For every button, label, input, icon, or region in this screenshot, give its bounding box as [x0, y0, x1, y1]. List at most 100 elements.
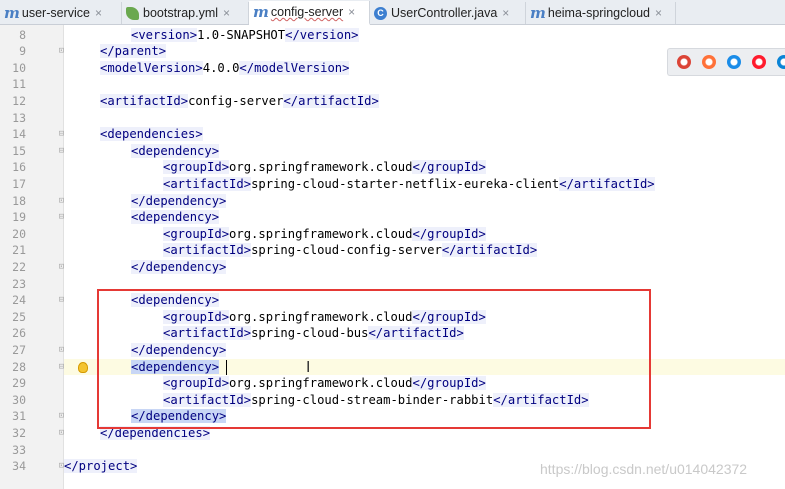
- tab-usercontroller-java[interactable]: C UserController.java ×: [370, 2, 526, 24]
- xml-tag: <artifactId>: [100, 93, 189, 108]
- tab-label: user-service: [21, 6, 90, 20]
- xml-tag: </project>: [64, 459, 138, 474]
- code-line[interactable]: <dependencies>: [100, 126, 203, 143]
- line-number-gutter: 8 9 ⊡ 10 11 12 13 14 ⊟ 15 ⊟ 16 17 18 ⊡ 19 ⊟ 20 21 22 ⊡ 23 24 ⊟ 2…: [0, 25, 64, 489]
- line-number: 14: [12, 127, 26, 142]
- spring-leaf-icon: [126, 6, 139, 20]
- code-line[interactable]: <artifactId>spring-cloud-config-server</…: [163, 242, 538, 259]
- xml-tag: </parent>: [100, 44, 167, 59]
- xml-text: spring-cloud-starter-netflix-eureka-clie…: [251, 176, 560, 191]
- xml-tag: <groupId>: [163, 160, 230, 175]
- code-line[interactable]: <groupId>org.springframework.cloud</grou…: [163, 226, 486, 243]
- xml-tag: >: [189, 27, 198, 42]
- xml-tag: </modelVersion>: [239, 60, 350, 75]
- line-number: 26: [12, 326, 26, 341]
- code-line[interactable]: <artifactId>spring-cloud-starter-netflix…: [163, 176, 655, 193]
- watermark-text: https://blog.csdn.net/u014042372: [540, 461, 748, 477]
- xml-tag: </version>: [285, 27, 359, 42]
- safari-icon[interactable]: [727, 55, 741, 69]
- xml-tag: <dependency>: [131, 143, 220, 158]
- line-number: 21: [12, 243, 26, 258]
- maven-m-icon: m: [253, 3, 269, 21]
- xml-tag: version: [138, 27, 190, 42]
- xml-tag: <artifactId>: [163, 243, 252, 258]
- line-number: 16: [12, 160, 26, 175]
- line-number: 10: [12, 60, 26, 75]
- line-number: 19: [12, 210, 26, 225]
- xml-text: 1.0-SNAPSHOT: [197, 27, 286, 42]
- code-line[interactable]: <version>1.0-SNAPSHOT</version>: [131, 27, 359, 44]
- line-number: 23: [12, 276, 26, 291]
- line-number: 29: [12, 376, 26, 391]
- line-number: 34: [12, 459, 26, 474]
- line-number: 20: [12, 226, 26, 241]
- tab-bootstrap-yml[interactable]: bootstrap.yml ×: [122, 2, 249, 24]
- xml-text: 4.0.0: [202, 60, 240, 75]
- close-tab-icon[interactable]: ×: [95, 6, 102, 20]
- code-line[interactable]: </project>: [64, 458, 138, 475]
- line-number: 15: [12, 143, 26, 158]
- code-line[interactable]: <artifactId>config-server</artifactId>: [100, 93, 379, 110]
- editor-tab-bar: m user-service × bootstrap.yml × m config-serv…: [0, 0, 785, 25]
- line-number: 18: [12, 193, 26, 208]
- line-number: 25: [12, 309, 26, 324]
- lightbulb-icon[interactable]: [78, 361, 88, 373]
- xml-tag: <dependency>: [131, 210, 220, 225]
- line-number: 33: [12, 442, 26, 457]
- line-number: 13: [12, 110, 26, 125]
- xml-tag: <artifactId>: [163, 176, 252, 191]
- line-number: 11: [12, 77, 26, 92]
- xml-tag: <groupId>: [163, 226, 230, 241]
- line-number: 27: [12, 342, 26, 357]
- tab-config-server[interactable]: m config-server ×: [249, 1, 370, 25]
- code-line[interactable]: <modelVersion>4.0.0</modelVersion>: [100, 60, 350, 77]
- xml-tag: </artifactId>: [559, 176, 655, 191]
- xml-text: org.springframework.cloud: [229, 226, 413, 241]
- line-number: 32: [12, 425, 26, 440]
- xml-tag: </groupId>: [412, 160, 486, 175]
- close-tab-icon[interactable]: ×: [348, 5, 355, 19]
- xml-tag: </dependency>: [131, 259, 227, 274]
- code-line[interactable]: <dependency>: [131, 209, 220, 226]
- xml-text: org.springframework.cloud: [229, 160, 413, 175]
- xml-text: spring-cloud-config-server: [251, 243, 442, 258]
- line-number: 24: [12, 293, 26, 308]
- xml-tag: <modelVersion>: [100, 60, 203, 75]
- tab-label: config-server: [270, 5, 344, 19]
- xml-tag: </dependency>: [131, 193, 227, 208]
- line-number: 9: [19, 44, 26, 59]
- maven-m-icon: m: [4, 4, 20, 22]
- class-c-icon: C: [374, 6, 387, 20]
- chrome-icon[interactable]: [677, 55, 691, 69]
- close-tab-icon[interactable]: ×: [655, 6, 662, 20]
- close-tab-icon[interactable]: ×: [223, 6, 230, 20]
- xml-tag: <dependencies>: [100, 127, 203, 142]
- tab-heima-springcloud[interactable]: m heima-springcloud ×: [526, 2, 676, 24]
- maven-m-icon: m: [530, 4, 546, 22]
- text-cursor-icon: I: [306, 358, 311, 376]
- tab-label: bootstrap.yml: [143, 6, 219, 20]
- opera-icon[interactable]: [752, 55, 766, 69]
- line-number: 22: [12, 259, 26, 274]
- code-line[interactable]: </dependency>: [131, 259, 227, 276]
- close-tab-icon[interactable]: ×: [502, 6, 509, 20]
- xml-text: config-server: [188, 93, 284, 108]
- firefox-icon[interactable]: [702, 55, 716, 69]
- code-line[interactable]: <groupId>org.springframework.cloud</grou…: [163, 159, 486, 176]
- code-line[interactable]: <dependency>: [131, 143, 220, 160]
- edge-icon[interactable]: [777, 55, 785, 69]
- code-line[interactable]: </dependency>: [131, 193, 227, 210]
- code-line[interactable]: </parent>: [100, 43, 167, 60]
- xml-tag: </groupId>: [412, 226, 486, 241]
- line-number: 31: [12, 409, 26, 424]
- browser-preview-toolbar: [667, 48, 785, 76]
- line-number: 12: [12, 93, 26, 108]
- tab-label: heima-springcloud: [547, 6, 651, 20]
- line-number: 30: [12, 392, 26, 407]
- tab-label: UserController.java: [391, 6, 498, 20]
- highlight-annotation-box: [97, 289, 651, 429]
- line-number: 8: [19, 27, 26, 42]
- tab-user-service[interactable]: m user-service ×: [0, 2, 122, 24]
- line-number: 17: [12, 176, 26, 191]
- line-number: 28: [12, 359, 26, 374]
